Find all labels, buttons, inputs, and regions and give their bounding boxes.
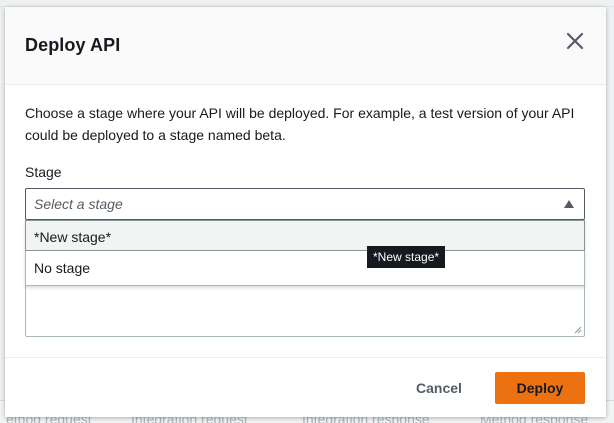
stage-select[interactable]: Select a stage xyxy=(25,188,585,220)
modal-header: Deploy API xyxy=(5,7,606,85)
stage-select-placeholder: Select a stage xyxy=(34,196,123,212)
close-button[interactable] xyxy=(563,29,587,53)
deploy-api-modal: Deploy API Choose a stage where your API… xyxy=(5,7,606,417)
stage-option-new-stage[interactable]: *New stage* xyxy=(25,220,585,251)
close-icon xyxy=(566,32,584,50)
resize-grip-icon[interactable] xyxy=(574,326,582,334)
caret-up-icon xyxy=(564,200,574,208)
modal-title: Deploy API xyxy=(25,35,121,55)
modal-description: Choose a stage where your API will be de… xyxy=(25,105,575,143)
deploy-button[interactable]: Deploy xyxy=(495,372,585,404)
stage-label: Stage xyxy=(25,164,62,180)
modal-footer: Cancel Deploy xyxy=(5,357,606,417)
cancel-button[interactable]: Cancel xyxy=(403,372,475,404)
option-tooltip: *New stage* xyxy=(367,246,446,268)
stage-dropdown-menu: *New stage* No stage xyxy=(25,220,585,286)
stage-option-label: *New stage* xyxy=(34,229,112,245)
stage-option-label: No stage xyxy=(34,260,91,276)
stage-option-no-stage[interactable]: No stage xyxy=(26,252,584,283)
